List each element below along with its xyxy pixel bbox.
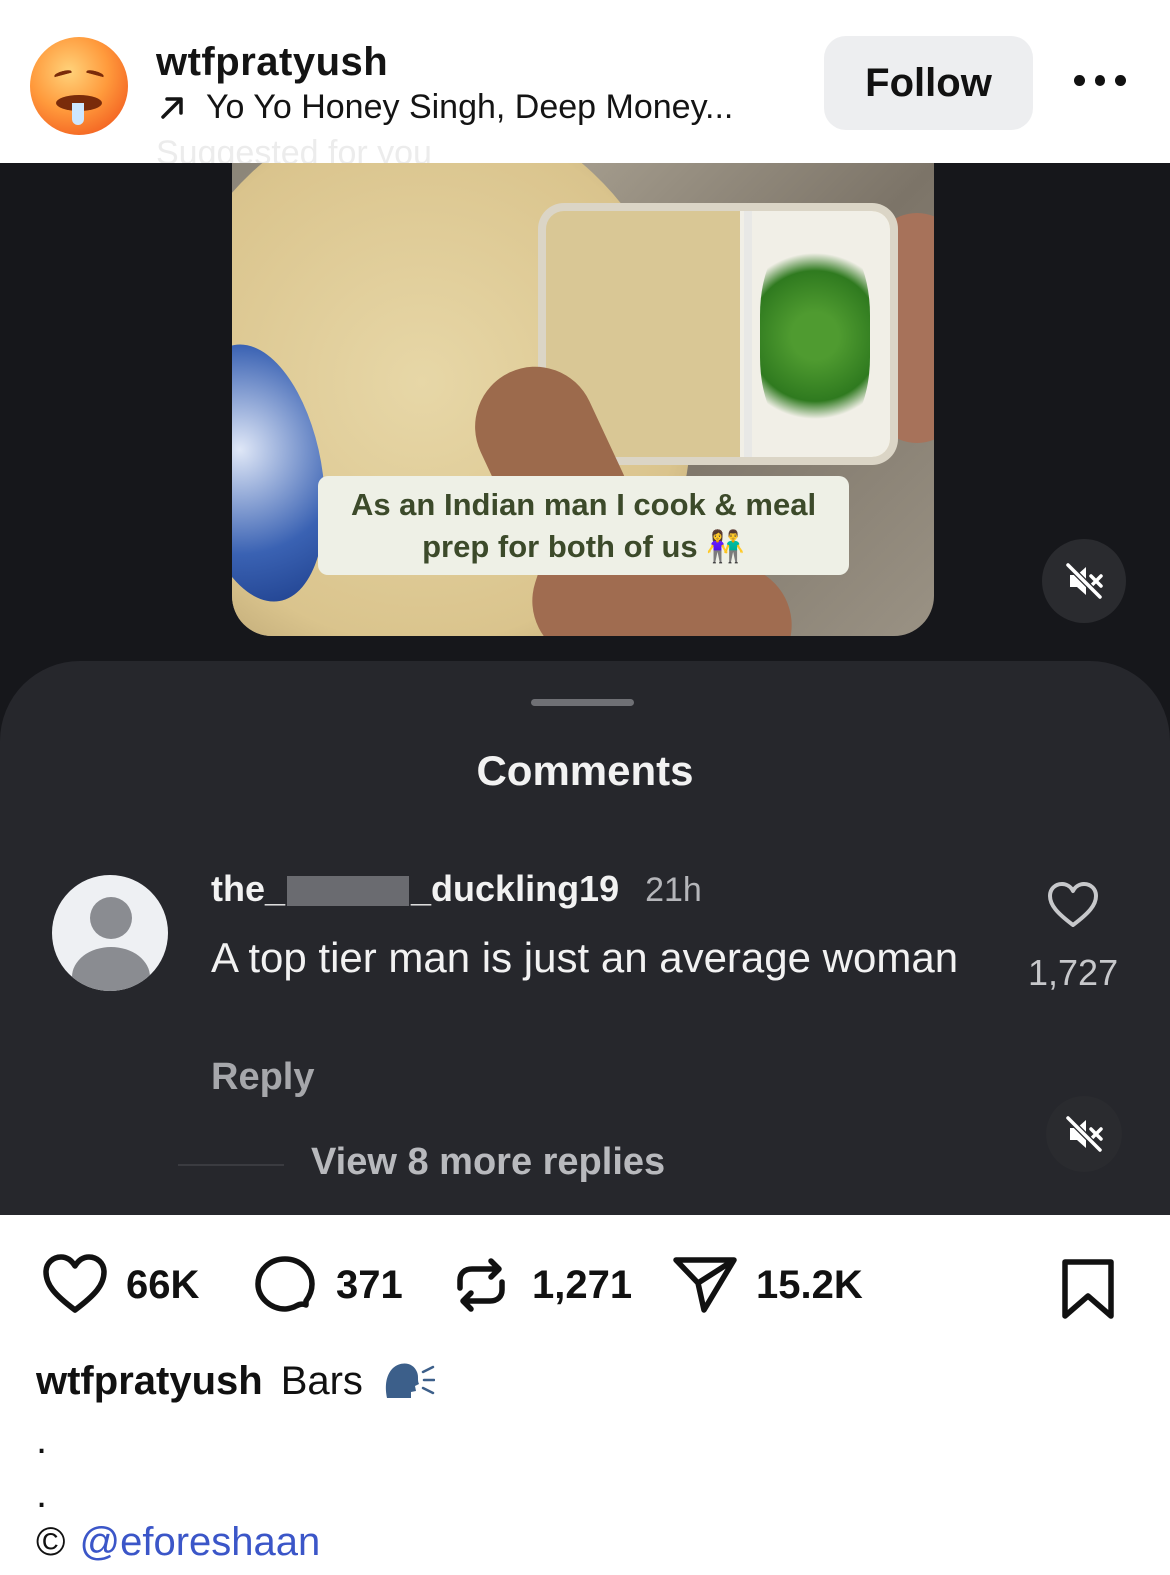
caption-username[interactable]: wtfpratyush xyxy=(36,1359,263,1404)
save-button[interactable] xyxy=(1060,1258,1116,1325)
follow-button[interactable]: Follow xyxy=(824,36,1033,130)
bookmark-icon xyxy=(1062,1259,1114,1319)
box-divider xyxy=(744,211,752,457)
video-player[interactable]: As an Indian man I cook & meal prep for … xyxy=(232,163,934,636)
username-prefix: the_ xyxy=(211,868,286,909)
commenter-avatar[interactable] xyxy=(52,875,168,991)
post-header: wtfpratyush Yo Yo Honey Singh, Deep Mone… xyxy=(0,0,1170,172)
like-count: 66K xyxy=(126,1262,200,1307)
repost-icon xyxy=(457,1258,505,1312)
caption-dot: . xyxy=(36,1418,48,1462)
comment-bubble-icon xyxy=(255,1256,315,1312)
speaking-head-icon xyxy=(385,1363,435,1398)
arrow-up-right-icon xyxy=(161,96,183,119)
video-overlay-text: As an Indian man I cook & meal prep for … xyxy=(318,476,849,575)
caption-text: Bars xyxy=(280,1358,363,1403)
more-dot xyxy=(1094,74,1106,86)
caption-credit: © @eforeshaan xyxy=(36,1520,320,1565)
comments-title: Comments xyxy=(476,747,694,794)
view-more-replies[interactable]: View 8 more replies xyxy=(311,1141,665,1184)
more-options-icon[interactable] xyxy=(1074,70,1127,90)
heart-icon xyxy=(1048,882,1098,927)
comment-time: 21h xyxy=(645,871,702,909)
profile-avatar[interactable] xyxy=(30,37,128,135)
music-attribution[interactable]: Yo Yo Honey Singh, Deep Money... xyxy=(158,88,733,127)
comment-header: the_ _duckling19 21h xyxy=(211,868,702,910)
caption-dot: . xyxy=(36,1472,48,1516)
heart-icon xyxy=(43,1254,107,1313)
credit-mention-link[interactable]: @eforeshaan xyxy=(79,1520,320,1565)
avatar-drool xyxy=(72,103,84,125)
post-caption: wtfpratyush Bars xyxy=(36,1358,435,1404)
overlay-line-2: prep for both of us 👫 xyxy=(422,529,745,564)
avatar-eye-right xyxy=(85,68,105,80)
replies-divider xyxy=(178,1164,284,1166)
comment-text: A top tier man is just an average woman xyxy=(211,934,959,981)
comment-like[interactable]: 1,727 xyxy=(1028,881,1118,994)
comment-like-count: 1,727 xyxy=(1028,952,1119,993)
avatar-head xyxy=(90,897,132,939)
more-dot xyxy=(1074,74,1085,86)
reply-button[interactable]: Reply xyxy=(211,1056,314,1099)
commenter-username[interactable]: the_ _duckling19 xyxy=(211,868,619,910)
comments-sheet: Comments the_ _duckling19 21h A top tier … xyxy=(0,661,1170,1215)
action-bar: 66K 371 1,271 15.2K xyxy=(0,1250,1170,1330)
more-dot xyxy=(1115,74,1127,86)
mute-button[interactable] xyxy=(1046,1096,1122,1172)
copyright-symbol: © xyxy=(36,1520,66,1564)
like-action[interactable]: 66K xyxy=(40,1250,199,1320)
username-suffix: _duckling19 xyxy=(411,868,620,909)
share-action[interactable]: 15.2K xyxy=(670,1250,863,1320)
speaker-muted-icon xyxy=(1064,561,1104,601)
sheet-drag-handle[interactable] xyxy=(531,699,634,706)
overlay-line-1: As an Indian man I cook & meal xyxy=(350,487,817,522)
comment-count: 371 xyxy=(336,1262,403,1307)
caption-username-text: wtfpratyush xyxy=(36,1358,263,1403)
greens-image xyxy=(760,231,870,441)
avatar-body xyxy=(72,947,150,991)
share-count: 15.2K xyxy=(756,1262,863,1307)
send-icon xyxy=(673,1257,737,1313)
redaction-bar xyxy=(287,876,410,907)
media-area: As an Indian man I cook & meal prep for … xyxy=(0,163,1170,1215)
mute-button[interactable] xyxy=(1042,539,1126,623)
comment-action[interactable]: 371 xyxy=(250,1250,403,1320)
speaker-muted-icon xyxy=(1064,1114,1104,1154)
repost-count: 1,271 xyxy=(532,1262,633,1307)
repost-action[interactable]: 1,271 xyxy=(446,1250,632,1320)
avatar-eye-left xyxy=(53,68,73,80)
music-label: Yo Yo Honey Singh, Deep Money... xyxy=(206,88,734,126)
post-username[interactable]: wtfpratyush xyxy=(156,40,388,85)
